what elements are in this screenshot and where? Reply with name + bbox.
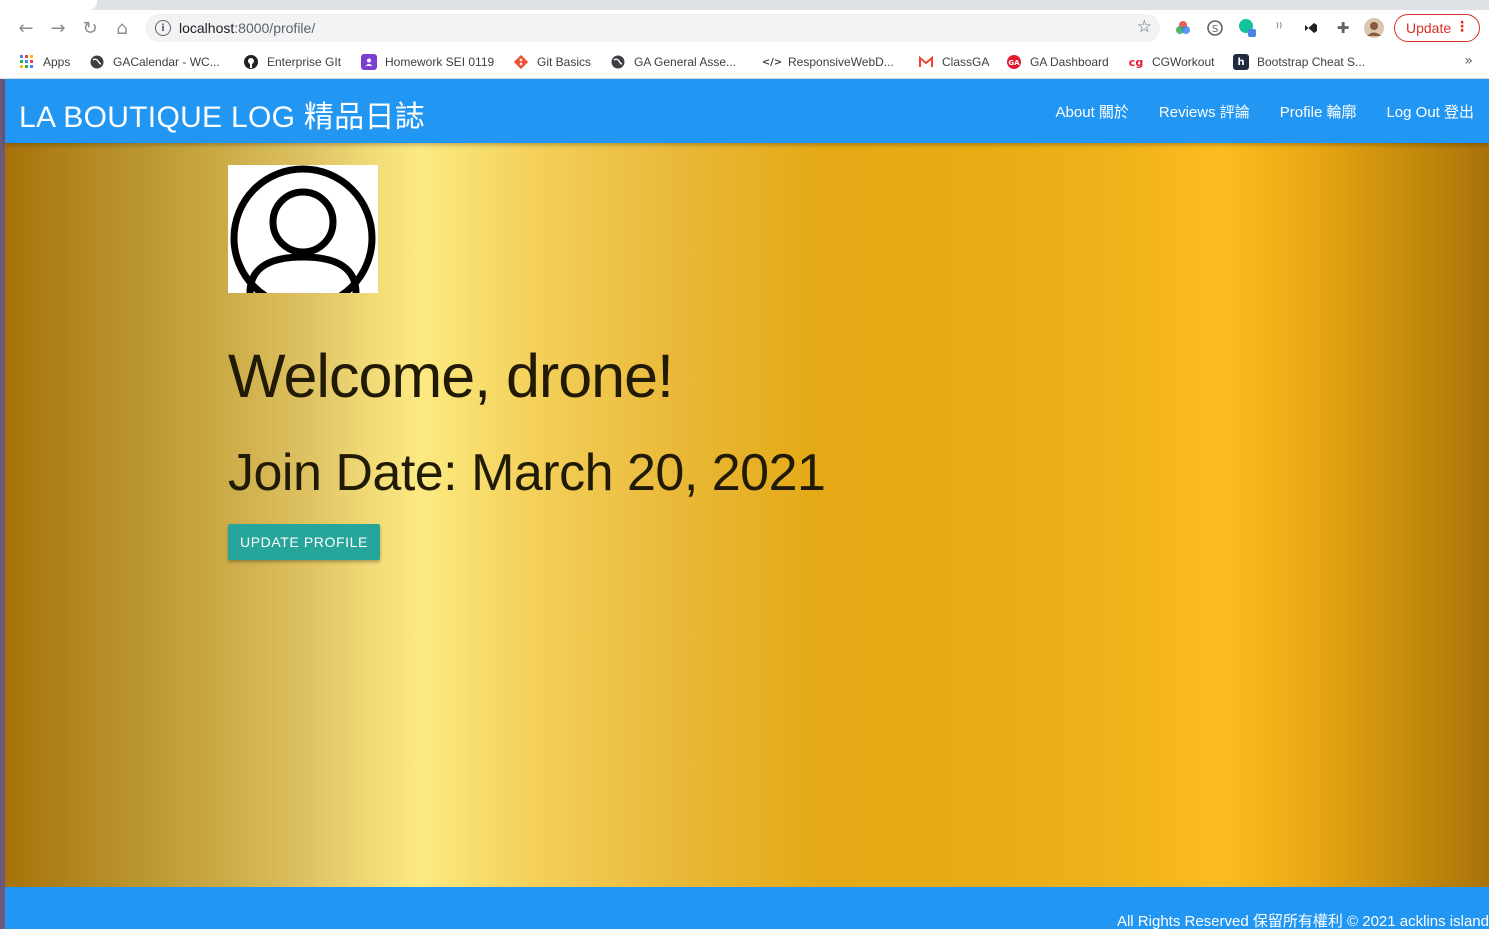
bookmark-homework[interactable]: Homework SEI 0119 [361,52,494,72]
globe-icon [89,54,105,70]
forward-icon[interactable]: → [46,16,70,40]
extensions-puzzle-icon[interactable]: ✚ [1333,18,1353,38]
bookmark-git-basics[interactable]: Git Basics [513,52,591,72]
site-info-icon[interactable]: i [155,20,171,36]
active-tab[interactable] [0,0,97,10]
nav-logout-link[interactable]: Log Out 登出 [1386,101,1474,122]
footer-copyright: All Rights Reserved 保留所有權利 © 2021 acklin… [1116,913,1489,929]
reload-icon[interactable]: ↻ [78,16,102,40]
browser-update-label: Update [1406,20,1452,36]
browser-update-button[interactable]: Update ⋮ [1394,14,1480,42]
bookmark-classga[interactable]: ClassGA [918,52,989,72]
grammarly-extension-icon[interactable] [1237,18,1257,38]
bookmark-star-icon[interactable]: ☆ [1137,17,1152,37]
address-bar[interactable]: i localhost:8000/profile/ ☆ [145,14,1160,42]
bookmark-label: GA General Asse... [634,55,737,69]
bookmark-bootstrap[interactable]: h Bootstrap Cheat S... [1233,52,1365,72]
nav-profile-link[interactable]: Profile 輪廓 [1280,101,1357,122]
app-navbar: LA BOUTIQUE LOG 精品日誌 About 關於 Reviews 評論… [5,79,1489,143]
url-host: localhost [179,20,235,36]
bookmark-ga-dashboard[interactable]: GA GA Dashboard [1006,52,1109,72]
bookmark-label: Homework SEI 0119 [385,55,495,69]
browser-toolbar: ← → ↻ ⌂ i localhost:8000/profile/ ☆ S ⁾⁾… [0,10,1489,46]
bookmark-label: Apps [43,55,71,69]
bookmark-label: CGWorkout [1152,55,1215,69]
read-aloud-extension-icon[interactable]: ⁾⁾ [1269,18,1289,38]
bookmark-enterprise-git[interactable]: Enterprise GIt [243,52,341,72]
skype-extension-icon[interactable]: S [1205,18,1225,38]
join-date: Join Date: March 20, 2021 [228,444,826,502]
avatar [228,165,378,293]
brand-logo[interactable]: LA BOUTIQUE LOG 精品日誌 [19,92,425,136]
git-icon [513,54,529,70]
menu-dots-icon: ⋮ [1455,19,1469,35]
code-icon: </> [761,56,783,68]
svg-text:GA: GA [1008,59,1020,67]
tab-strip [0,0,1489,10]
github-icon [243,54,259,70]
bookmark-label: ResponsiveWebD... [788,55,894,69]
gmail-icon [918,54,934,70]
bookmarks-overflow-icon[interactable]: » [1464,53,1473,69]
profile-avatar-icon[interactable] [1364,18,1384,38]
apps-grid-icon [19,54,35,70]
bookmark-apps[interactable]: Apps [19,52,70,72]
user-circle-icon [230,165,376,293]
profile-section: Welcome, drone! Join Date: March 20, 202… [5,143,1489,887]
bookmark-label: Bootstrap Cheat S... [1257,55,1366,69]
bookmark-label: GACalendar - WC... [113,55,220,69]
h-logo-icon: h [1233,54,1249,70]
footer: All Rights Reserved 保留所有權利 © 2021 acklin… [5,887,1489,929]
bookmark-label: ClassGA [942,55,990,69]
nav-reviews-link[interactable]: Reviews 評論 [1159,101,1250,122]
svg-text:S: S [1212,24,1218,35]
bookmark-label: GA Dashboard [1030,55,1109,69]
url-text: localhost:8000/profile/ [179,20,315,36]
bookmark-cgworkout[interactable]: cg CGWorkout [1128,52,1215,72]
bookmarks-bar: Apps GACalendar - WC... Enterprise GIt H… [0,46,1489,79]
bookmark-gacalendar[interactable]: GACalendar - WC... [89,52,220,72]
person-card-icon [361,54,377,70]
cg-logo-icon: cg [1128,55,1144,69]
welcome-heading: Welcome, drone! [228,342,674,410]
bookmark-label: Git Basics [537,55,592,69]
vscode-extension-icon[interactable] [1301,18,1321,38]
nav-links: About 關於 Reviews 評論 Profile 輪廓 Log Out 登… [1056,101,1474,122]
nav-about-link[interactable]: About 關於 [1056,101,1129,122]
url-path: :8000/profile/ [234,20,316,36]
bookmark-label: Enterprise GIt [267,55,342,69]
bookmark-responsive-web[interactable]: </> ResponsiveWebD... [761,52,894,72]
update-profile-button[interactable]: UPDATE PROFILE [228,524,380,560]
ga-logo-icon: GA [1006,54,1022,70]
bookmark-ga-general[interactable]: GA General Asse... [610,52,736,72]
home-icon[interactable]: ⌂ [110,16,134,40]
color-picker-extension-icon[interactable] [1173,18,1193,38]
back-icon[interactable]: ← [14,16,38,40]
globe-icon [610,54,626,70]
